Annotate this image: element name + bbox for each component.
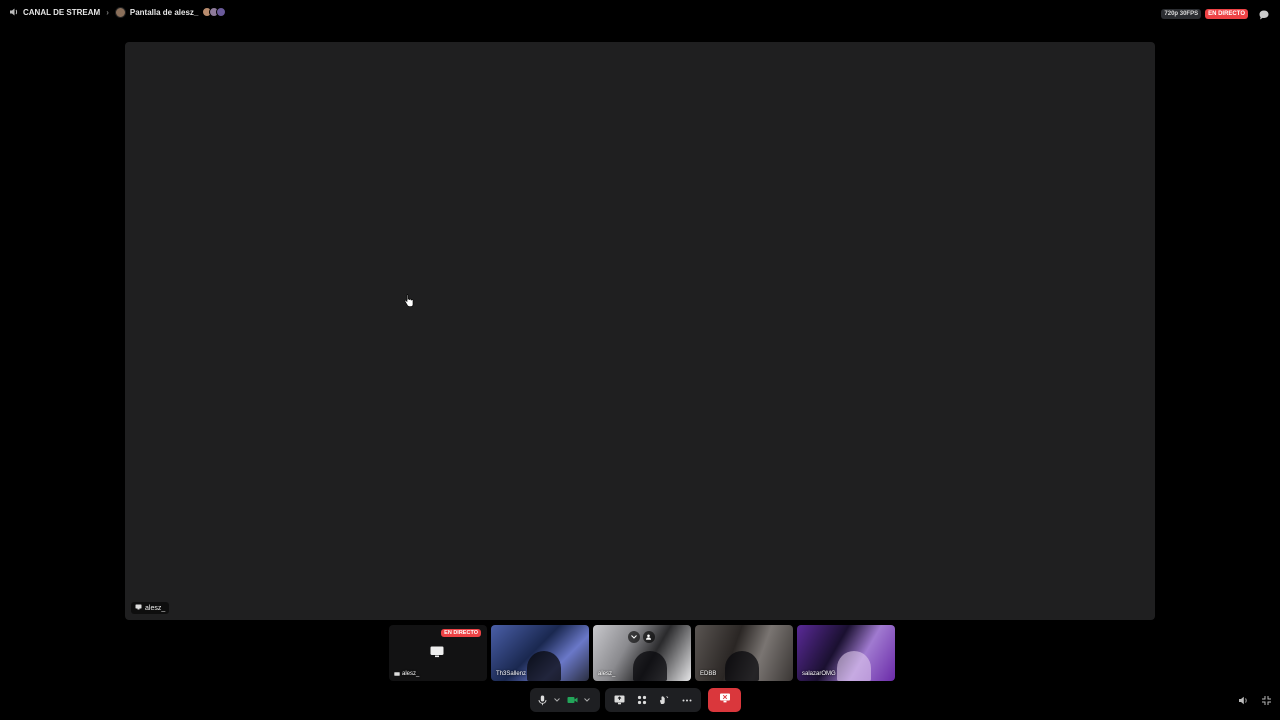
activities-icon[interactable] bbox=[634, 690, 650, 710]
stage-streamer-name: alesz_ bbox=[145, 604, 166, 612]
tile-overlay-controls bbox=[628, 631, 655, 643]
participant-video bbox=[633, 651, 667, 681]
participant-strip: EN DIRECTO alesz_ Th3Sallenz alesz_ EDBB… bbox=[389, 625, 895, 681]
participant-tile[interactable]: EDBB bbox=[695, 625, 793, 681]
participant-video bbox=[527, 651, 561, 681]
streamer-avatar bbox=[114, 6, 126, 18]
action-controls bbox=[605, 688, 701, 712]
disconnect-button[interactable] bbox=[708, 688, 741, 712]
voice-control-bar bbox=[0, 688, 1280, 712]
user-add-icon[interactable] bbox=[643, 631, 655, 643]
microphone-icon[interactable] bbox=[534, 690, 550, 710]
disconnect-icon bbox=[719, 691, 731, 709]
media-controls bbox=[530, 688, 600, 712]
window-controls bbox=[1238, 693, 1272, 711]
tile-name-text: alesz_ bbox=[402, 671, 420, 677]
chevron-down-icon[interactable] bbox=[552, 690, 562, 710]
participant-tile-stream[interactable]: EN DIRECTO alesz_ bbox=[389, 625, 487, 681]
screen-share-icon bbox=[135, 604, 142, 612]
participant-tile[interactable]: salazarOMG bbox=[797, 625, 895, 681]
screen-share-icon bbox=[430, 645, 444, 658]
viewer-avatars[interactable] bbox=[202, 7, 227, 17]
participant-video bbox=[837, 651, 871, 681]
hand-cursor-icon bbox=[404, 294, 414, 308]
tile-name: alesz_ bbox=[394, 671, 419, 677]
breadcrumb-separator: › bbox=[106, 7, 109, 17]
stream-stage[interactable]: alesz_ bbox=[125, 42, 1155, 620]
stream-title: Pantalla de alesz_ bbox=[129, 7, 199, 17]
stage-name-label: alesz_ bbox=[131, 602, 170, 614]
chat-icon[interactable] bbox=[1258, 8, 1270, 20]
screen-share-icon[interactable] bbox=[611, 690, 627, 710]
soundboard-icon[interactable] bbox=[656, 690, 672, 710]
volume-icon[interactable] bbox=[1238, 693, 1249, 711]
tile-name: Th3Sallenz bbox=[496, 671, 527, 677]
speaker-icon bbox=[8, 6, 20, 18]
camera-icon[interactable] bbox=[564, 690, 580, 710]
chevron-down-icon[interactable] bbox=[582, 690, 592, 710]
channel-name[interactable]: CANAL DE STREAM bbox=[23, 8, 100, 17]
channel-header: CANAL DE STREAM › Pantalla de alesz_ bbox=[8, 6, 227, 18]
live-badge: EN DIRECTO bbox=[1205, 9, 1248, 19]
top-bar: CANAL DE STREAM › Pantalla de alesz_ 720… bbox=[0, 0, 1280, 26]
exit-fullscreen-icon[interactable] bbox=[1261, 693, 1272, 711]
tile-name: salazarOMG bbox=[802, 671, 836, 677]
stream-status: 720p 30FPS EN DIRECTO bbox=[1161, 8, 1270, 20]
viewer-avatar bbox=[216, 7, 227, 17]
quality-badge: 720p 30FPS bbox=[1161, 9, 1202, 19]
participant-tile[interactable]: Th3Sallenz bbox=[491, 625, 589, 681]
chevron-down-icon[interactable] bbox=[628, 631, 640, 643]
more-icon[interactable] bbox=[679, 690, 695, 710]
tile-name: EDBB bbox=[700, 671, 717, 677]
participant-tile[interactable]: alesz_ bbox=[593, 625, 691, 681]
tile-name: alesz_ bbox=[598, 671, 616, 677]
participant-video bbox=[725, 651, 759, 681]
tile-live-badge: EN DIRECTO bbox=[441, 629, 481, 637]
